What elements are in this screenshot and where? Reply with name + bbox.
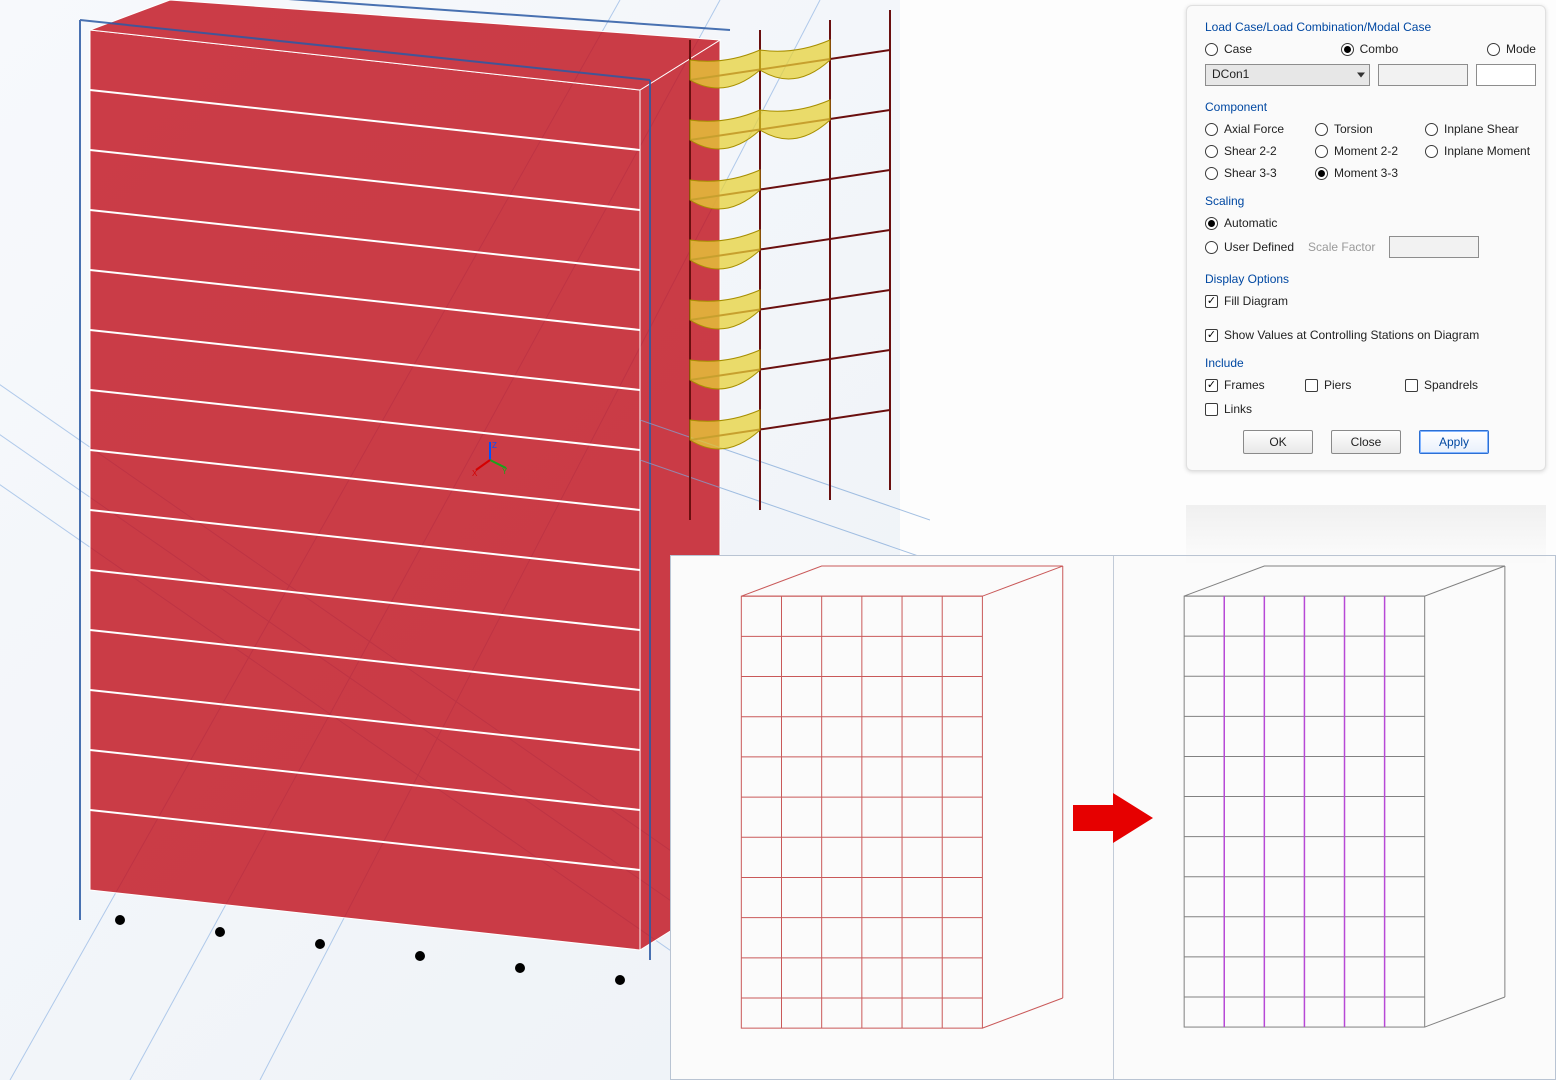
analysis-wireframe-illustration [671,556,1113,1078]
ok-button[interactable]: OK [1243,430,1313,454]
radio-torsion[interactable]: Torsion [1315,122,1425,136]
arrow-right-icon [1073,793,1153,843]
svg-text:Z: Z [492,441,497,450]
member-force-diagram-panel: Load Case/Load Combination/Modal Case Ca… [1186,5,1546,471]
check-spandrels[interactable]: Spandrels [1405,378,1505,392]
section-component: Component Axial Force Torsion Inplane Sh… [1205,100,1545,180]
check-fill-diagram[interactable]: Fill Diagram [1205,294,1527,308]
viewport-comparison-pair [670,555,1556,1080]
check-show-values[interactable]: Show Values at Controlling Stations on D… [1205,328,1527,342]
component-title: Component [1205,100,1545,114]
viewport-moment-diagram[interactable] [640,0,930,570]
load-case-select[interactable]: DCon1 [1205,64,1370,86]
radio-combo[interactable]: Combo [1341,42,1399,56]
check-frames[interactable]: Frames [1205,378,1305,392]
radio-shear-22[interactable]: Shear 2-2 [1205,144,1315,158]
viewport-design-results[interactable] [1113,556,1555,1079]
radio-scaling-automatic[interactable]: Automatic [1205,216,1527,230]
section-display-options: Display Options Fill Diagram Show Values… [1205,272,1527,342]
scale-factor-input[interactable] [1389,236,1479,258]
radio-moment-33[interactable]: Moment 3-3 [1315,166,1425,180]
radio-shear-33[interactable]: Shear 3-3 [1205,166,1315,180]
radio-axial-force[interactable]: Axial Force [1205,122,1315,136]
radio-mode[interactable]: Mode [1487,42,1536,56]
design-wireframe-illustration [1114,556,1555,1077]
include-title: Include [1205,356,1527,370]
apply-button[interactable]: Apply [1419,430,1489,454]
radio-moment-22[interactable]: Moment 2-2 [1315,144,1425,158]
combo-extra-input-2[interactable] [1476,64,1536,86]
radio-inplane-moment[interactable]: Inplane Moment [1425,144,1545,158]
section-include: Include Frames Piers Spandrels Links [1205,356,1527,416]
svg-text:X: X [472,469,478,478]
radio-case[interactable]: Case [1205,42,1252,56]
scaling-title: Scaling [1205,194,1527,208]
svg-text:Y: Y [502,467,508,476]
viewport-analysis-results[interactable] [671,556,1113,1079]
radio-inplane-shear[interactable]: Inplane Shear [1425,122,1545,136]
section-scaling: Scaling Automatic User Defined Scale Fac… [1205,194,1527,258]
moment-diagram-illustration [640,0,930,570]
chevron-down-icon [1357,73,1365,78]
check-piers[interactable]: Piers [1305,378,1405,392]
close-button[interactable]: Close [1331,430,1401,454]
check-links[interactable]: Links [1205,402,1305,416]
scale-factor-label: Scale Factor [1308,240,1375,254]
section-load-case: Load Case/Load Combination/Modal Case Ca… [1205,20,1536,86]
panel-button-row: OK Close Apply [1205,430,1527,454]
combo-extra-input-1[interactable] [1378,64,1468,86]
axis-gizmo-icon: Z Y X [470,440,510,480]
radio-scaling-user-defined[interactable]: User Defined [1205,240,1294,254]
display-options-title: Display Options [1205,272,1527,286]
load-case-title: Load Case/Load Combination/Modal Case [1205,20,1536,34]
